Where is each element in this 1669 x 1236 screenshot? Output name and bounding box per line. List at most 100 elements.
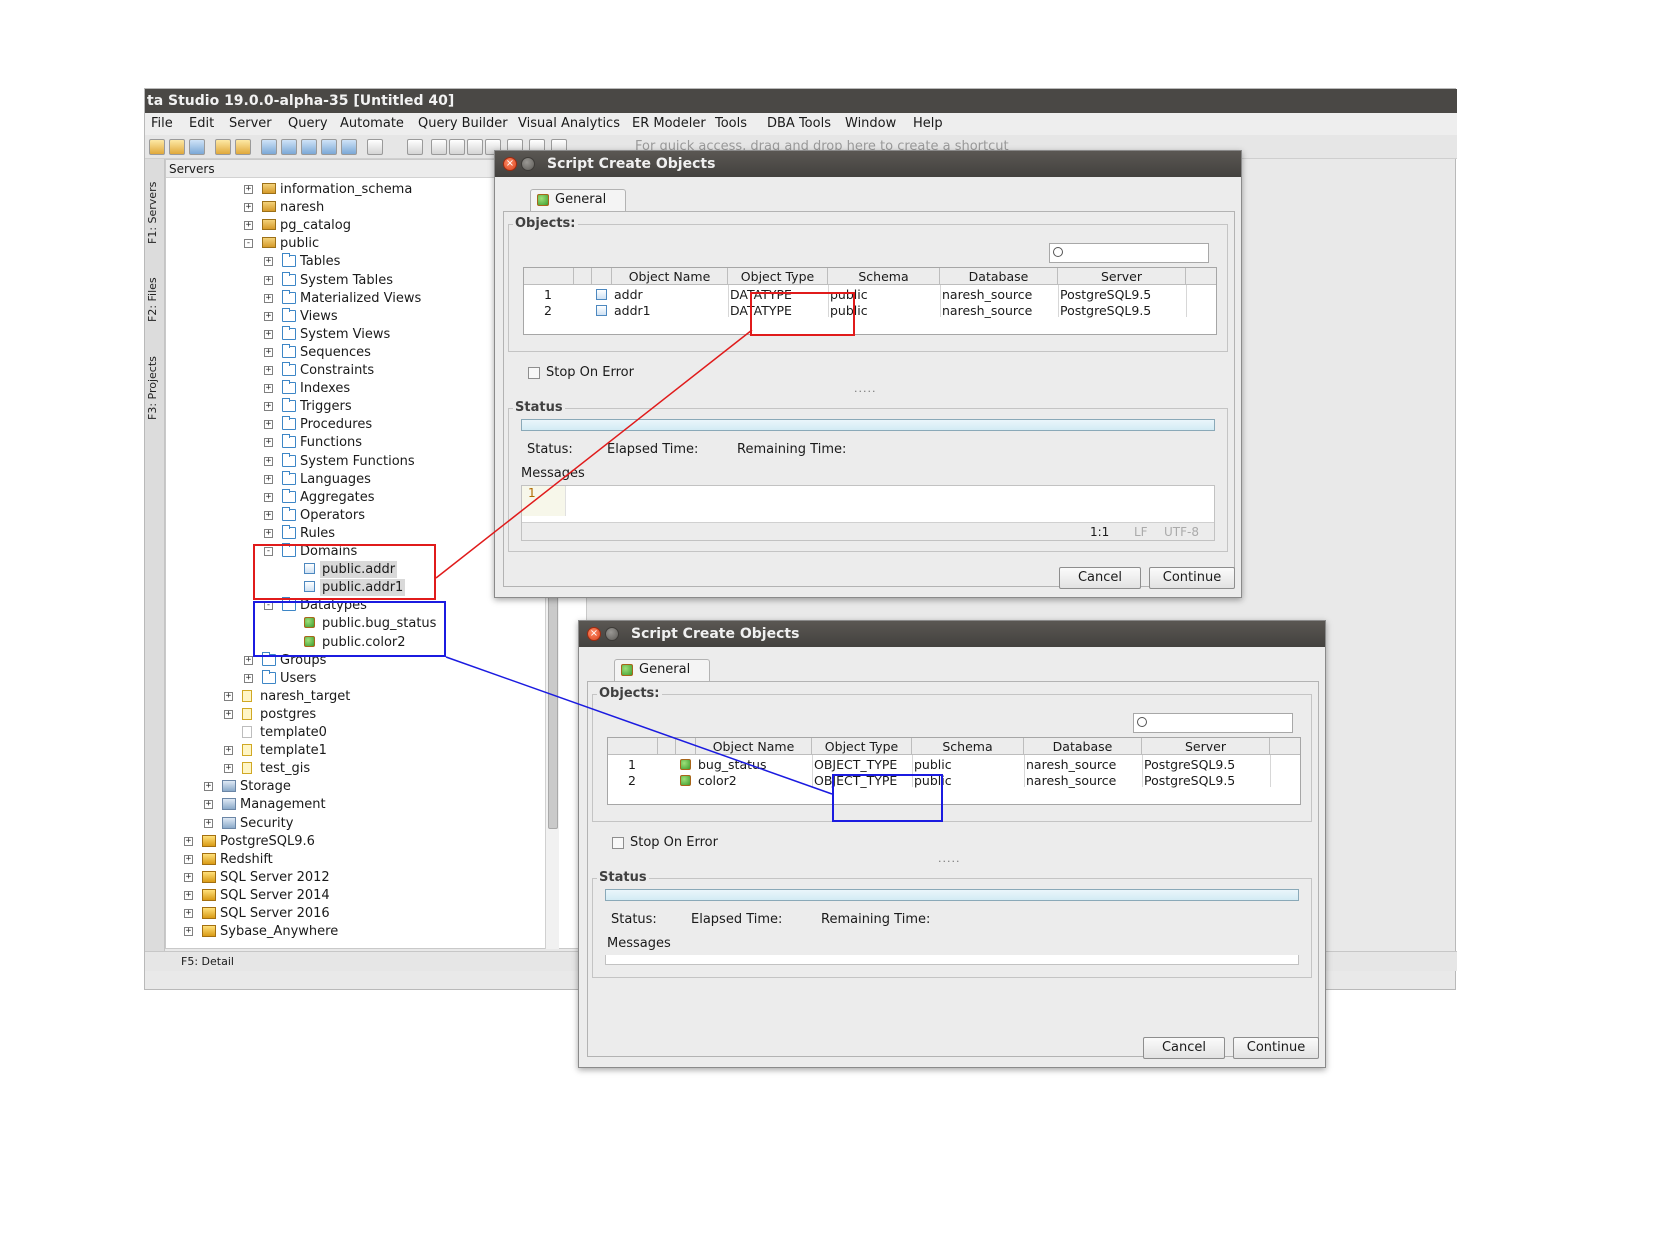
col-schema[interactable]: Schema xyxy=(828,268,940,285)
row-1-server[interactable]: PostgreSQL9.5 xyxy=(1144,757,1235,772)
expand-icon[interactable]: + xyxy=(264,492,273,502)
row-1-schema[interactable]: public xyxy=(830,287,868,302)
messages-editor[interactable]: 1 1:1 LF UTF-8 xyxy=(521,485,1215,541)
expand-icon[interactable]: + xyxy=(264,275,273,285)
split-view-icon[interactable] xyxy=(449,139,465,155)
row-1-object-name[interactable]: addr xyxy=(614,287,643,302)
minimize-icon[interactable] xyxy=(605,627,619,641)
expand-icon[interactable]: + xyxy=(184,872,193,882)
expand-icon[interactable]: + xyxy=(264,456,273,466)
continue-button[interactable]: Continue xyxy=(1149,567,1235,589)
query4-icon[interactable] xyxy=(321,139,337,155)
server-props-icon[interactable] xyxy=(189,139,205,155)
cancel-button[interactable]: Cancel xyxy=(1143,1037,1225,1059)
row-2-database[interactable]: naresh_source xyxy=(1026,773,1116,788)
menu-dba-tools[interactable]: DBA Tools xyxy=(767,116,831,131)
expand-icon[interactable]: + xyxy=(224,764,233,774)
expand-icon[interactable]: + xyxy=(264,366,273,375)
collapse-icon[interactable]: - xyxy=(264,547,273,556)
row-1-server[interactable]: PostgreSQL9.5 xyxy=(1060,287,1151,302)
menu-query-builder[interactable]: Query Builder xyxy=(418,116,508,131)
query5-icon[interactable] xyxy=(341,139,357,155)
expand-icon[interactable]: + xyxy=(264,528,273,538)
menu-tools[interactable]: Tools xyxy=(715,116,747,131)
expand-icon[interactable]: + xyxy=(264,402,273,412)
expand-icon[interactable]: + xyxy=(264,293,273,303)
document-icon[interactable] xyxy=(367,139,383,155)
row-2-server[interactable]: PostgreSQL9.5 xyxy=(1060,303,1151,318)
tab-general[interactable]: General xyxy=(614,659,710,681)
expand-icon[interactable]: + xyxy=(264,329,273,339)
expand-icon[interactable]: + xyxy=(264,311,273,321)
print-icon[interactable] xyxy=(407,139,423,155)
disconnect-icon[interactable] xyxy=(169,139,185,155)
row-1-database[interactable]: naresh_source xyxy=(1026,757,1116,772)
expand-icon[interactable]: + xyxy=(184,836,193,846)
new-connection-icon[interactable] xyxy=(149,139,165,155)
expand-icon[interactable]: + xyxy=(264,347,273,357)
row-2-schema[interactable]: public xyxy=(830,303,868,318)
expand-icon[interactable]: + xyxy=(264,438,273,448)
expand-icon[interactable]: + xyxy=(204,818,213,828)
col-object-name[interactable]: Object Name xyxy=(612,268,728,285)
query2-icon[interactable] xyxy=(281,139,297,155)
stop-on-error-checkbox[interactable] xyxy=(528,367,540,379)
menu-er-modeler[interactable]: ER Modeler xyxy=(632,116,706,131)
col-object-name[interactable]: Object Name xyxy=(696,738,812,755)
wizard2-icon[interactable] xyxy=(235,139,251,155)
col-server[interactable]: Server xyxy=(1058,268,1186,285)
menu-edit[interactable]: Edit xyxy=(189,116,214,131)
expand-icon[interactable]: + xyxy=(244,185,253,194)
menu-visual-analytics[interactable]: Visual Analytics xyxy=(518,116,620,131)
row-2-database[interactable]: naresh_source xyxy=(942,303,1032,318)
detail-tab[interactable]: F5: Detail xyxy=(181,952,234,972)
splitter-handle[interactable]: ..... xyxy=(938,852,960,865)
expand-icon[interactable]: + xyxy=(184,890,193,900)
collapse-icon[interactable]: - xyxy=(264,601,273,611)
expand-icon[interactable]: + xyxy=(264,420,273,430)
col-object-type[interactable]: Object Type xyxy=(812,738,912,755)
splitter-handle[interactable]: ..... xyxy=(854,382,876,395)
menu-window[interactable]: Window xyxy=(845,116,896,131)
tab-servers[interactable]: F1: Servers xyxy=(146,169,164,257)
col-database[interactable]: Database xyxy=(940,268,1058,285)
expand-icon[interactable]: + xyxy=(244,655,253,665)
expand-icon[interactable]: + xyxy=(184,854,193,864)
wizard-icon[interactable] xyxy=(215,139,231,155)
query3-icon[interactable] xyxy=(301,139,317,155)
query-icon[interactable] xyxy=(261,139,277,155)
stop-on-error-checkbox[interactable] xyxy=(612,837,624,849)
expand-icon[interactable]: + xyxy=(204,782,213,792)
row-1-object-type[interactable]: DATATYPE xyxy=(730,287,792,302)
expand-icon[interactable]: + xyxy=(184,909,193,918)
menu-automate[interactable]: Automate xyxy=(340,116,404,131)
expand-icon[interactable]: + xyxy=(264,384,273,394)
expand-icon[interactable]: + xyxy=(244,673,253,683)
expand-icon[interactable]: + xyxy=(224,746,233,756)
tab-general[interactable]: General xyxy=(530,189,626,211)
row-1-object-name[interactable]: bug_status xyxy=(698,757,766,772)
layout-icon[interactable] xyxy=(467,139,483,155)
minimize-icon[interactable] xyxy=(521,157,535,171)
expand-icon[interactable]: + xyxy=(244,221,253,231)
expand-icon[interactable]: + xyxy=(264,257,273,267)
row-2-object-name[interactable]: color2 xyxy=(698,773,737,788)
expand-icon[interactable]: + xyxy=(224,709,233,719)
expand-icon[interactable]: + xyxy=(204,800,213,810)
collapse-icon[interactable]: - xyxy=(244,239,253,249)
row-2-server[interactable]: PostgreSQL9.5 xyxy=(1144,773,1235,788)
col-schema[interactable]: Schema xyxy=(912,738,1024,755)
close-icon[interactable]: × xyxy=(503,157,517,171)
expand-icon[interactable]: + xyxy=(244,203,253,213)
row-1-schema[interactable]: public xyxy=(914,757,952,772)
col-database[interactable]: Database xyxy=(1024,738,1142,755)
tab-files[interactable]: F2: Files xyxy=(146,263,164,337)
col-object-type[interactable]: Object Type xyxy=(728,268,828,285)
menu-file[interactable]: File xyxy=(151,116,173,131)
expand-icon[interactable]: + xyxy=(264,474,273,484)
expand-icon[interactable]: + xyxy=(264,510,273,520)
menu-help[interactable]: Help xyxy=(913,116,943,131)
cancel-button[interactable]: Cancel xyxy=(1059,567,1141,589)
tab-projects[interactable]: F3: Projects xyxy=(146,343,164,433)
row-1-database[interactable]: naresh_source xyxy=(942,287,1032,302)
